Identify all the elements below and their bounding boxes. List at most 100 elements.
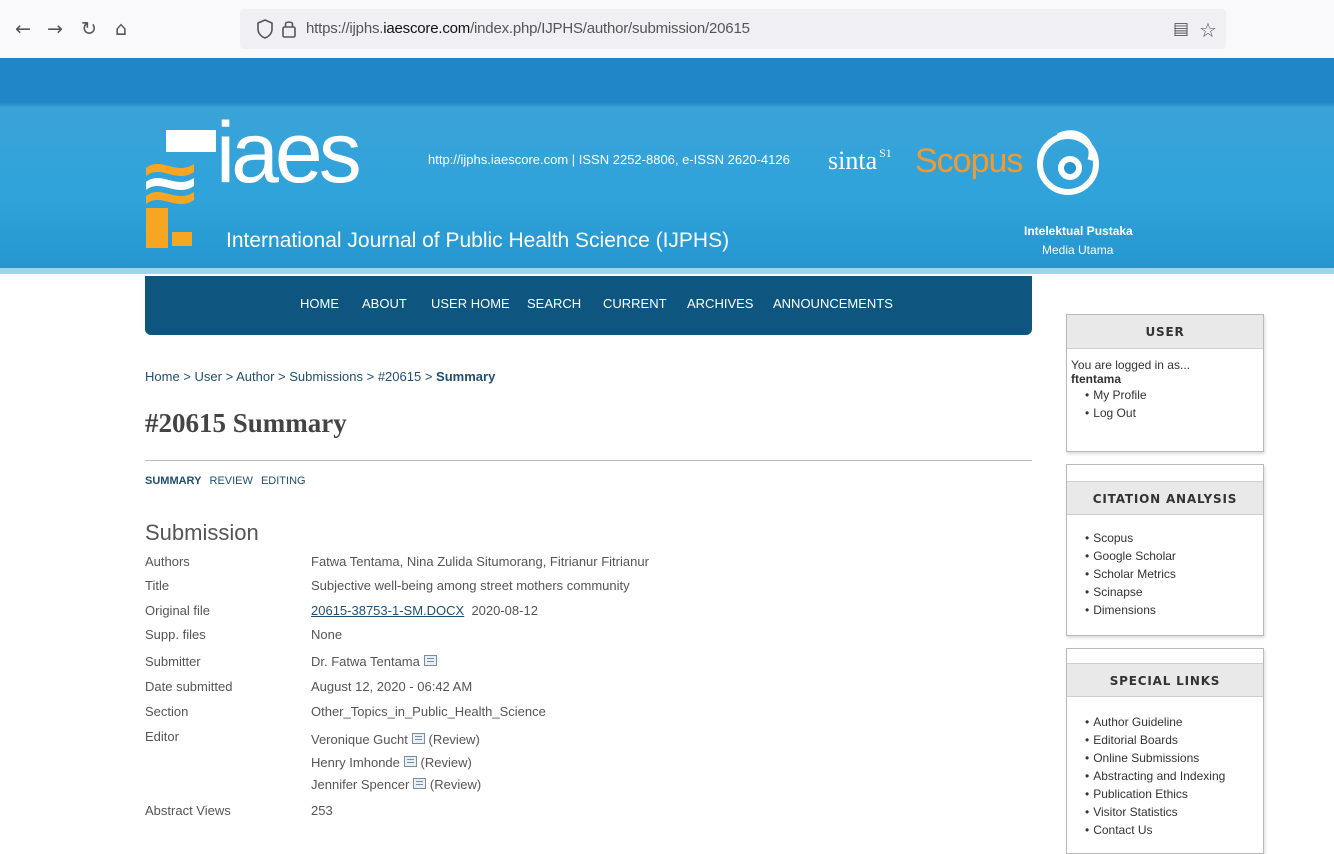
- nav-announcements[interactable]: ANNOUNCEMENTS: [773, 296, 893, 311]
- section-heading: Submission: [145, 520, 259, 545]
- user-links: My Profile Log Out: [1067, 386, 1263, 422]
- url-text[interactable]: https://ijphs.iaescore.com/index.php/IJP…: [306, 20, 750, 37]
- header-divider: [0, 268, 1334, 274]
- breadcrumb-home[interactable]: Home: [145, 369, 180, 384]
- breadcrumb-user[interactable]: User: [195, 369, 222, 384]
- reload-icon[interactable]: ↻: [76, 16, 102, 42]
- email-envelope-icon[interactable]: [413, 778, 427, 789]
- journal-title: International Journal of Public Health S…: [226, 229, 730, 252]
- iaes-logo-mark-icon: [146, 130, 216, 248]
- citation-link-scholar-metrics[interactable]: Scholar Metrics: [1085, 565, 1263, 583]
- supp-files-value: None: [311, 627, 343, 642]
- email-envelope-icon[interactable]: [411, 733, 425, 744]
- citation-link-scopus[interactable]: Scopus: [1085, 529, 1263, 547]
- breadcrumb-current[interactable]: Summary: [436, 369, 495, 384]
- original-file-label: Original file: [145, 603, 211, 618]
- date-submitted-label: Date submitted: [145, 679, 233, 694]
- bookmark-star-icon[interactable]: ☆: [1197, 18, 1219, 42]
- main-nav: HOME ABOUT USER HOME SEARCH CURRENT ARCH…: [145, 276, 1032, 335]
- nav-about[interactable]: ABOUT: [362, 296, 407, 311]
- email-envelope-icon[interactable]: [423, 655, 437, 666]
- scopus-logo: Scopus: [915, 142, 1023, 180]
- sidebar-user-block: USER You are logged in as... ftentama My…: [1066, 314, 1264, 452]
- sinta-logo: sinta S1: [828, 146, 892, 175]
- section-value: Other_Topics_in_Public_Health_Science: [311, 704, 546, 719]
- link-online-submissions[interactable]: Online Submissions: [1085, 749, 1263, 767]
- editor-name: Henry Imhonde: [311, 755, 400, 770]
- citation-link-scinapse[interactable]: Scinapse: [1085, 583, 1263, 601]
- link-contact-us[interactable]: Contact Us: [1085, 821, 1263, 839]
- original-file-date: 2020-08-12: [471, 603, 538, 618]
- special-links: Author Guideline Editorial Boards Online…: [1067, 697, 1263, 839]
- section-label: Section: [145, 704, 189, 719]
- tab-editing[interactable]: EDITING: [261, 475, 306, 487]
- nav-search[interactable]: SEARCH: [527, 296, 581, 311]
- submitter-value: Dr. Fatwa Tentama: [311, 654, 437, 669]
- title-label: Title: [145, 578, 170, 593]
- link-publication-ethics[interactable]: Publication Ethics: [1085, 785, 1263, 803]
- nav-user-home[interactable]: USER HOME: [431, 296, 510, 311]
- title-value: Subjective well-being among street mothe…: [311, 578, 630, 593]
- breadcrumb: Home > User > Author > Submissions > #20…: [145, 369, 496, 384]
- date-submitted-value: August 12, 2020 - 06:42 AM: [311, 679, 473, 694]
- link-visitor-statistics[interactable]: Visitor Statistics: [1085, 803, 1263, 821]
- abstract-views-value: 253: [311, 803, 333, 818]
- original-file-value: 20615-38753-1-SM.DOCX 2020-08-12: [311, 603, 538, 618]
- editor-row-3: Jennifer Spencer (Review): [311, 777, 481, 792]
- sidebar-citation-heading: CITATION ANALYSIS: [1067, 481, 1263, 515]
- forward-arrow-icon[interactable]: →: [42, 16, 68, 42]
- authors-value: Fatwa Tentama, Nina Zulida Situmorang, F…: [311, 554, 649, 569]
- editor-label: Editor: [145, 729, 179, 744]
- intelektual-pustaka-logo-icon: [1037, 130, 1099, 195]
- iaes-logo-text: iaes: [216, 105, 362, 201]
- link-author-guideline[interactable]: Author Guideline: [1085, 713, 1263, 731]
- log-out-link[interactable]: Log Out: [1085, 404, 1263, 422]
- abstract-views-label: Abstract Views: [145, 803, 231, 818]
- email-envelope-icon[interactable]: [403, 756, 417, 767]
- home-icon[interactable]: ⌂: [108, 16, 134, 42]
- link-editorial-boards[interactable]: Editorial Boards: [1085, 731, 1263, 749]
- editor-row-1: Veronique Gucht (Review): [311, 732, 480, 747]
- username: ftentama: [1071, 372, 1122, 386]
- original-file-link[interactable]: 20615-38753-1-SM.DOCX: [311, 603, 464, 618]
- issn-text: http://ijphs.iaescore.com | ISSN 2252-88…: [428, 152, 790, 167]
- breadcrumb-submission-id[interactable]: #20615: [378, 369, 421, 384]
- reader-view-icon[interactable]: ▤: [1170, 19, 1192, 41]
- link-abstracting-indexing[interactable]: Abstracting and Indexing: [1085, 767, 1263, 785]
- nav-current[interactable]: CURRENT: [603, 296, 667, 311]
- supp-files-label: Supp. files: [145, 627, 206, 642]
- citation-links: Scopus Google Scholar Scholar Metrics Sc…: [1067, 515, 1263, 619]
- nav-home[interactable]: HOME: [300, 296, 339, 311]
- editor-row-2: Henry Imhonde (Review): [311, 755, 472, 770]
- publisher-name: Intelektual Pustaka: [1024, 224, 1133, 238]
- nav-archives[interactable]: ARCHIVES: [687, 296, 753, 311]
- citation-link-dimensions[interactable]: Dimensions: [1085, 601, 1263, 619]
- publisher-subtitle: Media Utama: [1042, 243, 1114, 257]
- authors-label: Authors: [145, 554, 190, 569]
- sidebar-citation-block: CITATION ANALYSIS Scopus Google Scholar …: [1066, 464, 1264, 636]
- editor-name: Jennifer Spencer: [311, 777, 410, 792]
- breadcrumb-author[interactable]: Author: [236, 369, 274, 384]
- tab-summary[interactable]: SUMMARY: [145, 475, 201, 487]
- lock-icon[interactable]: [280, 18, 298, 40]
- my-profile-link[interactable]: My Profile: [1085, 386, 1263, 404]
- submitter-label: Submitter: [145, 654, 201, 669]
- title-divider: [145, 460, 1032, 461]
- sidebar-special-links-block: SPECIAL LINKS Author Guideline Editorial…: [1066, 648, 1264, 854]
- editor-name: Veronique Gucht: [311, 732, 408, 747]
- citation-link-google-scholar[interactable]: Google Scholar: [1085, 547, 1263, 565]
- logged-in-text: You are logged in as... ftentama: [1067, 349, 1263, 386]
- sidebar-user-heading: USER: [1067, 315, 1263, 349]
- sidebar-special-heading: SPECIAL LINKS: [1067, 663, 1263, 697]
- editor-role: (Review): [420, 755, 472, 770]
- tab-review[interactable]: REVIEW: [210, 475, 253, 487]
- editor-role: (Review): [428, 732, 480, 747]
- submitter-name: Dr. Fatwa Tentama: [311, 654, 420, 669]
- back-arrow-icon[interactable]: ←: [10, 16, 36, 42]
- editor-role: (Review): [429, 777, 482, 792]
- breadcrumb-submissions[interactable]: Submissions: [289, 369, 363, 384]
- shield-icon[interactable]: [256, 18, 274, 40]
- browser-toolbar: ← → ↻ ⌂ https://ijphs.iaescore.com/index…: [0, 0, 1334, 58]
- address-bar[interactable]: https://ijphs.iaescore.com/index.php/IJP…: [240, 9, 1226, 49]
- page-title: #20615 Summary: [145, 408, 347, 438]
